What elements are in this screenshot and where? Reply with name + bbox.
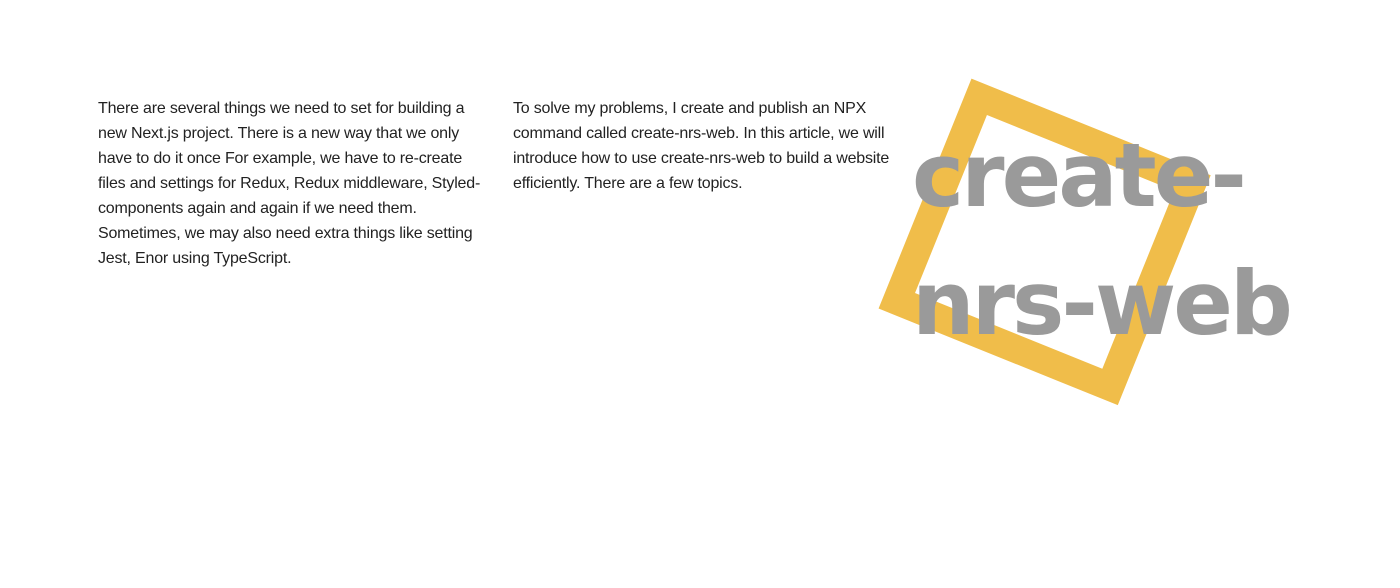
intro-paragraph: There are several things we need to set … (98, 100, 481, 267)
hero-title-line-1: create- (912, 124, 1247, 227)
solution-paragraph: To solve my problems, I create and publi… (513, 100, 890, 192)
hero-logo: create- nrs-web (870, 60, 1293, 420)
hero-title-line-2: nrs-web (912, 252, 1293, 355)
hero-title: create- nrs-web (912, 112, 1293, 368)
